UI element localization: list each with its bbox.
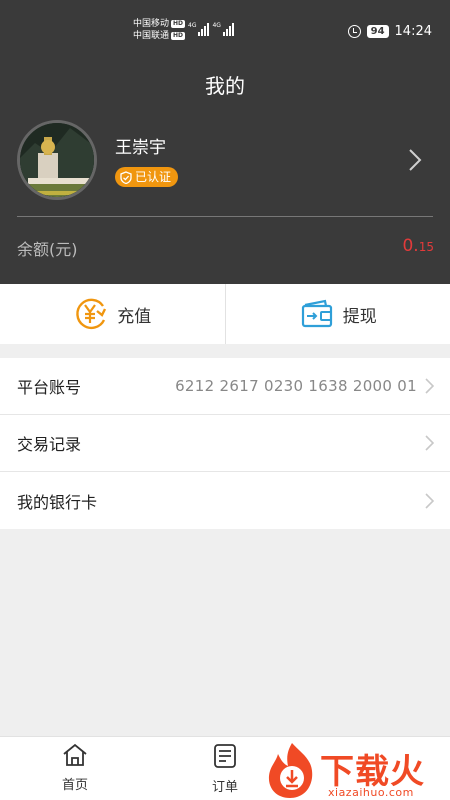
menu-list: 平台账号 6212 2617 0230 1638 2000 01 交易记录 我的… (0, 358, 450, 529)
chevron-right-icon (425, 492, 434, 509)
status-bar: 中国移动 HD 中国联通 HD 4G 4G 94 14:24 (0, 0, 450, 64)
menu-item-bank-cards[interactable]: 我的银行卡 (0, 472, 450, 529)
nav-orders[interactable]: 订单 (195, 743, 255, 795)
chevron-right-icon (425, 378, 434, 394)
verified-label: 已认证 (135, 170, 172, 184)
balance-label: 余额(元) (17, 240, 78, 259)
alarm-icon (347, 25, 361, 38)
recharge-label: 充值 (117, 306, 152, 327)
wallet-withdraw-icon (301, 299, 332, 328)
battery-icon: 94 (366, 25, 389, 38)
menu-item-transactions[interactable]: 交易记录 (0, 415, 450, 472)
hd-badge-2: HD (171, 31, 186, 40)
chevron-right-icon (425, 435, 434, 451)
watermark-site: xiazaihuo.com (328, 786, 414, 799)
hd-badge-1: HD (171, 19, 186, 28)
shield-check-icon (120, 170, 132, 184)
user-name: 王崇宇 (115, 138, 166, 158)
page-title: 我的 (205, 76, 245, 98)
verified-badge: 已认证 (115, 167, 179, 187)
watermark-logo: 下载火 xiazaihuo.com (262, 738, 450, 800)
carrier-info: 中国移动 HD 中国联通 HD (133, 18, 186, 42)
profile-chevron-icon[interactable] (408, 148, 422, 176)
orders-icon (214, 744, 236, 768)
withdraw-button[interactable]: 提现 (226, 284, 450, 344)
menu-item-label: 交易记录 (17, 435, 82, 454)
menu-item-label: 我的银行卡 (17, 492, 98, 512)
profile-header: 中国移动 HD 中国联通 HD 4G 4G 94 14:24 我的 王崇宇 已认… (0, 0, 450, 284)
carrier-2: 中国联通 (133, 31, 170, 41)
clock: 14:24 (394, 24, 432, 39)
avatar[interactable] (17, 120, 97, 200)
menu-item-label: 平台账号 (17, 378, 82, 397)
platform-account-number: 6212 2617 0230 1638 2000 01 (175, 377, 417, 395)
balance-value: 0.15 (402, 236, 434, 256)
nav-home[interactable]: 首页 (45, 743, 105, 793)
recharge-button[interactable]: 充值 (0, 284, 225, 344)
nav-orders-label: 订单 (211, 780, 238, 795)
home-icon (63, 743, 87, 766)
carrier-1: 中国移动 (133, 19, 170, 29)
divider (17, 216, 433, 217)
yen-recharge-icon (76, 298, 107, 330)
withdraw-label: 提现 (342, 306, 377, 327)
nav-home-label: 首页 (61, 778, 88, 793)
menu-item-platform-account[interactable]: 平台账号 6212 2617 0230 1638 2000 01 (0, 358, 450, 415)
flame-logo-icon (268, 743, 313, 798)
signal-icon: 4G 4G (188, 22, 234, 36)
action-row: 充值 提现 (0, 284, 450, 344)
status-right: 94 14:24 (347, 24, 432, 39)
